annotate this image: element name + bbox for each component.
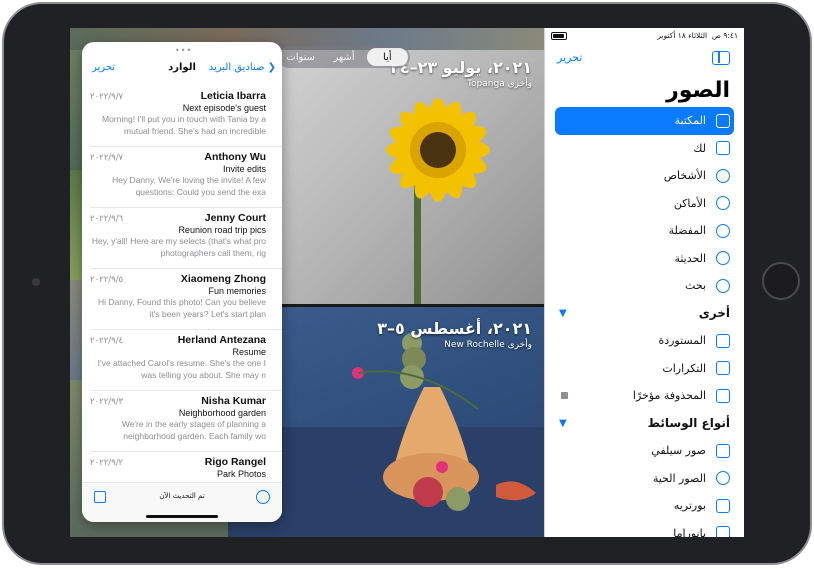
sidebar-item-portrait[interactable]: بورتريه bbox=[555, 492, 734, 520]
places-icon bbox=[716, 196, 730, 211]
photo1-caption: ٢٠٢١، يوليو ٢٣–٢٤ Topanga وأخرى bbox=[390, 58, 532, 89]
mail-date: ٢٠٢٢/٩/٤ bbox=[90, 336, 124, 346]
mail-sender: Xiaomeng Zhong bbox=[180, 273, 266, 285]
section-media-types[interactable]: أنواع الوسائط ▼ bbox=[555, 410, 734, 438]
chevron-down-icon: ▼ bbox=[559, 417, 567, 429]
mail-edit-button[interactable]: تحرير bbox=[92, 62, 115, 73]
mail-toolbar: تم التحديث الآن bbox=[82, 482, 282, 522]
sidebar-item-library[interactable]: المكتبة bbox=[555, 107, 734, 135]
sidebar-item-live-photos[interactable]: الصور الحية bbox=[555, 465, 734, 493]
ipad-device: ٢٠٢١، يوليو ٢٣–٢٤ Topanga وأخرى bbox=[0, 0, 814, 569]
library-icon bbox=[716, 113, 730, 128]
search-icon bbox=[716, 278, 730, 293]
sidebar-item-selfies[interactable]: صور سيلفي bbox=[555, 437, 734, 465]
sidebar-edit-button[interactable]: تحرير bbox=[557, 51, 582, 64]
sidebar-list: المكتبة لك الأشخاص الأماكن المفضلة الحدي… bbox=[555, 107, 734, 537]
heart-icon bbox=[716, 223, 730, 238]
sidebar-item-people[interactable]: الأشخاص bbox=[555, 162, 734, 190]
sidebar-item-search[interactable]: بحث bbox=[555, 272, 734, 300]
mail-row[interactable]: ٢٠٢٢/٩/٧ Leticia Ibarra Next episode's gu… bbox=[82, 86, 282, 147]
mail-sender: Anthony Wu bbox=[204, 151, 266, 163]
segment-months[interactable]: أشهر bbox=[323, 48, 364, 66]
mail-row[interactable]: ٢٠٢٢/٩/٥ Xiaomeng Zhong Fun memories Hi D… bbox=[82, 269, 282, 330]
mail-date: ٢٠٢٢/٩/٥ bbox=[90, 275, 124, 285]
mail-date: ٢٠٢٢/٩/٢ bbox=[90, 458, 124, 468]
chevron-down-icon: ▼ bbox=[559, 307, 567, 319]
sidebar-item-places[interactable]: الأماكن bbox=[555, 190, 734, 218]
sidebar-item-recently-deleted[interactable]: المحذوفة مؤخرًا bbox=[555, 382, 734, 410]
sidebar-title: الصور bbox=[666, 78, 730, 103]
lock-icon bbox=[561, 392, 568, 400]
mail-sender: Leticia Ibarra bbox=[200, 90, 266, 102]
mail-sender: Rigo Rangel bbox=[204, 456, 266, 468]
mail-date: ٢٠٢٢/٩/٧ bbox=[90, 92, 124, 102]
sidebar-item-for-you[interactable]: لك bbox=[555, 135, 734, 163]
mail-row[interactable]: ٢٠٢٢/٩/٦ Jenny Court Reunion road trip pi… bbox=[82, 208, 282, 269]
sidebar-item-duplicates[interactable]: التكرارات bbox=[555, 355, 734, 383]
live-photo-icon bbox=[716, 471, 730, 486]
home-button[interactable] bbox=[762, 262, 800, 300]
mail-preview: We're in the early stages of planning a … bbox=[121, 419, 266, 441]
mail-sender: Herland Antezana bbox=[177, 334, 266, 346]
section-other[interactable]: أخرى ▼ bbox=[555, 300, 734, 328]
sidebar-item-recents[interactable]: الحديثة bbox=[555, 245, 734, 273]
clock-icon bbox=[716, 251, 730, 266]
mail-subject: Reunion road trip pics bbox=[178, 225, 266, 235]
mail-subject: Neighborhood garden bbox=[178, 408, 266, 418]
mail-date: ٢٠٢٢/٩/٧ bbox=[90, 153, 124, 163]
filter-icon[interactable] bbox=[256, 490, 270, 504]
mail-header: ❮ صناديق البريد الوارد تحرير bbox=[82, 56, 282, 84]
sidebar-item-imports[interactable]: المستوردة bbox=[555, 327, 734, 355]
slide-over-grabber[interactable]: ••• bbox=[175, 46, 192, 55]
sidebar-item-favorites[interactable]: المفضلة bbox=[555, 217, 734, 245]
mail-preview: Morning! I'll put you in touch with Tani… bbox=[101, 114, 266, 136]
selfie-icon bbox=[716, 443, 730, 458]
mail-row[interactable]: ٢٠٢٢/٩/٤ Herland Antezana Resume I've att… bbox=[82, 330, 282, 391]
mail-row[interactable]: ٢٠٢٢/٩/٣ Nisha Kumar Neighborhood garden … bbox=[82, 391, 282, 452]
portrait-icon bbox=[716, 498, 730, 513]
mail-date: ٢٠٢٢/٩/٦ bbox=[90, 214, 124, 224]
mail-subject: Fun memories bbox=[208, 286, 266, 296]
photo2-date: ٢٠٢١، أغسطس ٥–٣ bbox=[377, 319, 532, 338]
mail-subject: Next episode's guest bbox=[182, 103, 266, 113]
mail-row[interactable]: ٢٠٢٢/٩/٧ Anthony Wu Invite edits Hey Dann… bbox=[82, 147, 282, 208]
photo2-caption: ٢٠٢١، أغسطس ٥–٣ New Rochelle وأخرى bbox=[377, 319, 532, 350]
view-segmented-control: سنوات أشهر أيا bbox=[278, 46, 410, 68]
sidebar-toggle-icon[interactable] bbox=[712, 51, 730, 65]
mail-sender: Jenny Court bbox=[204, 212, 266, 224]
status-bar: ٩:٤١ ص الثلاثاء ١٨ أكتوبر bbox=[545, 31, 744, 43]
screen: ٢٠٢١، يوليو ٢٣–٢٤ Topanga وأخرى bbox=[70, 28, 744, 537]
front-camera bbox=[32, 278, 40, 286]
photos-sidebar: ٩:٤١ ص الثلاثاء ١٨ أكتوبر تحرير الصور ال… bbox=[544, 28, 744, 537]
home-indicator bbox=[146, 515, 218, 518]
mail-preview: Hey Danny, We're loving the invite! A fe… bbox=[112, 175, 266, 197]
mail-subject: Park Photos bbox=[216, 469, 266, 479]
photo1-date: ٢٠٢١، يوليو ٢٣–٢٤ bbox=[390, 58, 532, 77]
panorama-icon bbox=[716, 526, 730, 537]
import-icon bbox=[716, 333, 730, 348]
status-time: ٩:٤١ ص الثلاثاء ١٨ أكتوبر bbox=[657, 31, 738, 40]
photo2-place: New Rochelle وأخرى bbox=[444, 340, 532, 350]
mail-update-status: تم التحديث الآن bbox=[159, 492, 205, 500]
mail-preview: I've attached Carol's resume. She's the … bbox=[97, 358, 266, 380]
mail-preview: Hey, y'all! Here are my selects (that's … bbox=[91, 236, 266, 258]
people-icon bbox=[716, 168, 730, 183]
mail-list: ٢٠٢٢/٩/٧ Leticia Ibarra Next episode's gu… bbox=[82, 86, 282, 513]
mail-sender: Nisha Kumar bbox=[201, 395, 266, 407]
mail-date: ٢٠٢٢/٩/٣ bbox=[90, 397, 124, 407]
segment-days[interactable]: أيا bbox=[366, 48, 408, 66]
mail-subject: Resume bbox=[232, 347, 266, 357]
for-you-icon bbox=[716, 141, 730, 156]
battery-icon bbox=[551, 32, 567, 40]
sidebar-item-panoramas[interactable]: بانوراما bbox=[555, 520, 734, 537]
mail-subject: Invite edits bbox=[222, 164, 266, 174]
mail-slide-over: ••• ❮ صناديق البريد الوارد تحرير ٢٠٢٢/٩/… bbox=[82, 42, 282, 522]
photo1-place: Topanga وأخرى bbox=[467, 79, 532, 89]
trash-icon bbox=[716, 388, 730, 403]
segment-years[interactable]: سنوات bbox=[280, 48, 321, 66]
mail-preview: Hi Danny, Found this photo! Can you beli… bbox=[97, 297, 266, 319]
duplicates-icon bbox=[716, 361, 730, 376]
